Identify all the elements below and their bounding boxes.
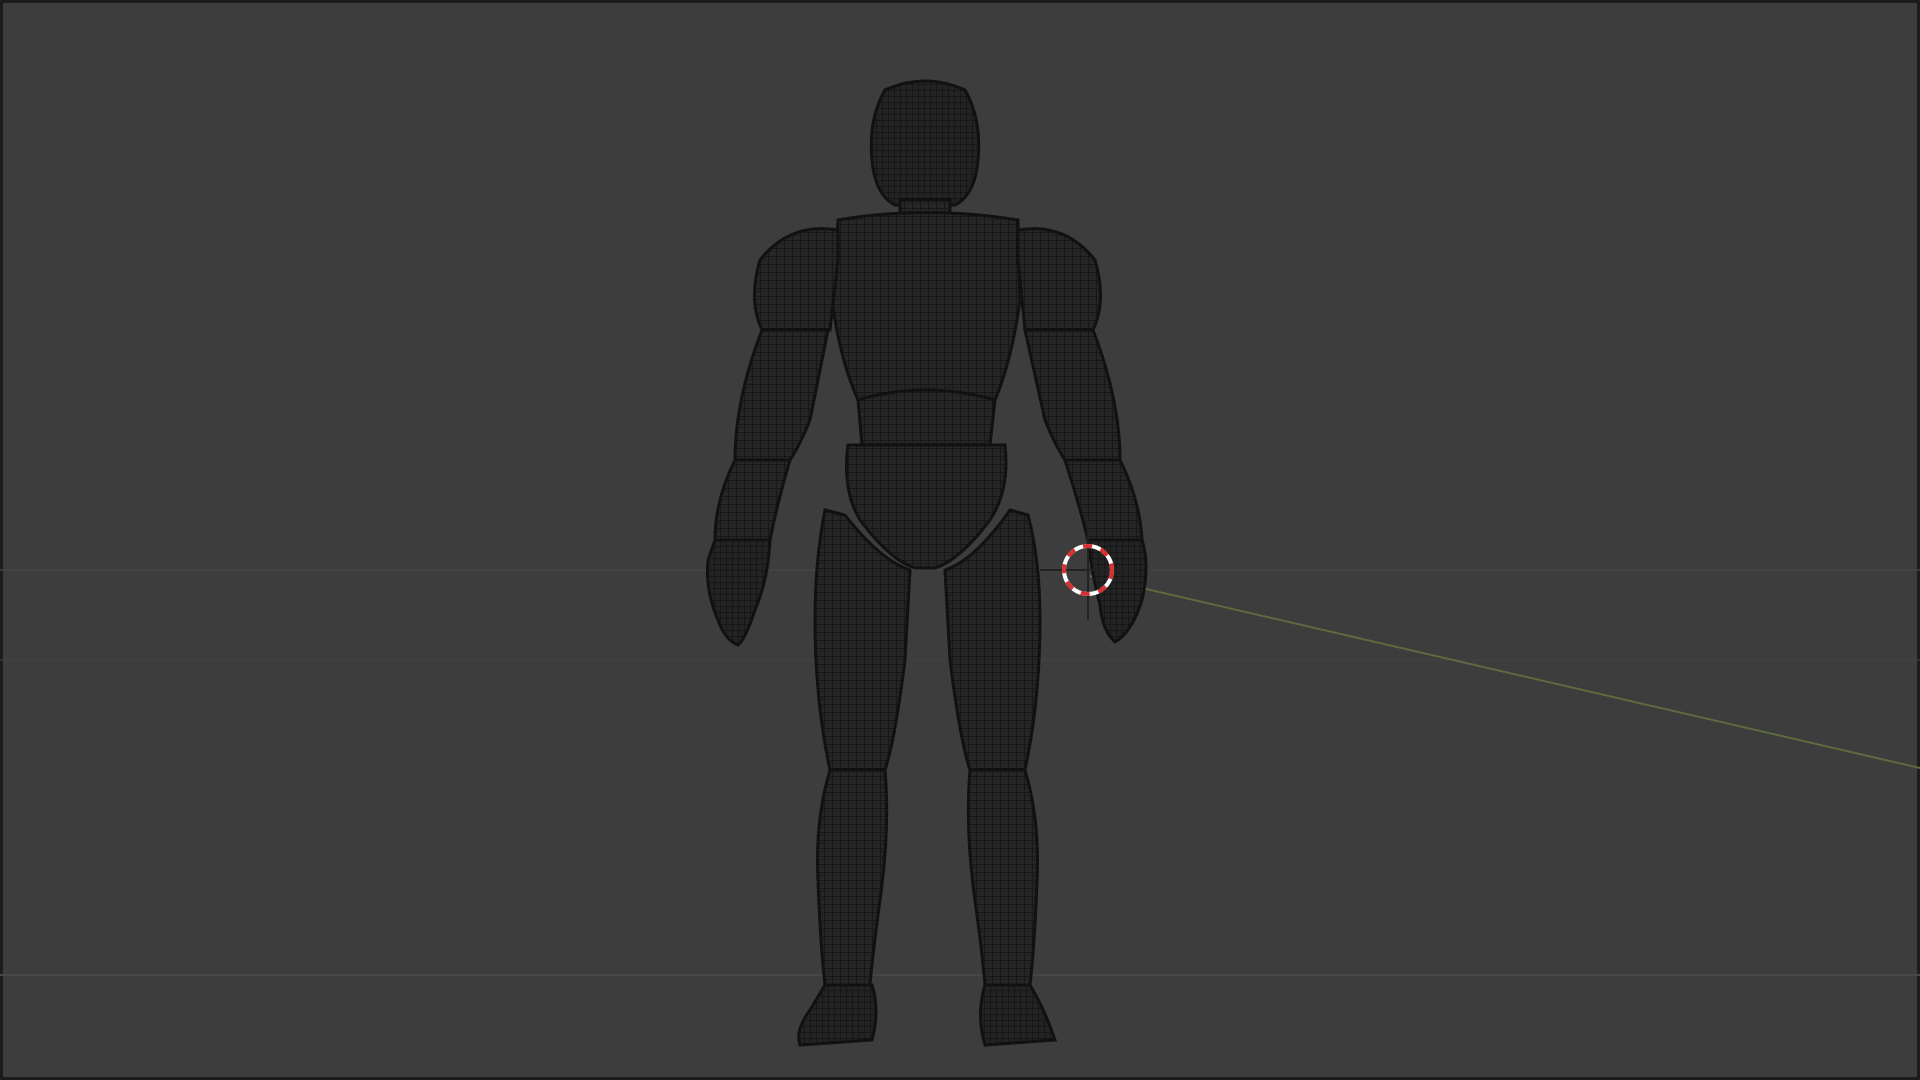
mesh-shin-right xyxy=(966,768,1039,987)
mesh-upperarm-right xyxy=(1023,328,1122,462)
mesh-foot-right xyxy=(979,983,1058,1047)
mesh-chest xyxy=(830,211,1022,402)
mesh-foot-left xyxy=(797,983,878,1047)
mesh-shin-left xyxy=(816,768,889,987)
mesh-abdomen xyxy=(856,388,997,447)
mesh-forearm-right xyxy=(1062,458,1144,542)
x-axis-line xyxy=(1089,575,1920,769)
mesh-shoulder-left xyxy=(752,227,840,332)
mesh-forearm-left xyxy=(713,458,793,542)
mesh-shoulder-right xyxy=(1016,227,1103,332)
mesh-head xyxy=(869,79,981,207)
viewport-canvas[interactable] xyxy=(0,0,1920,1080)
mesh-upperarm-left xyxy=(733,328,830,462)
mesh-hand-left xyxy=(706,538,772,647)
humanoid-mesh[interactable] xyxy=(706,79,1148,1047)
3d-viewport[interactable] xyxy=(0,0,1920,1080)
